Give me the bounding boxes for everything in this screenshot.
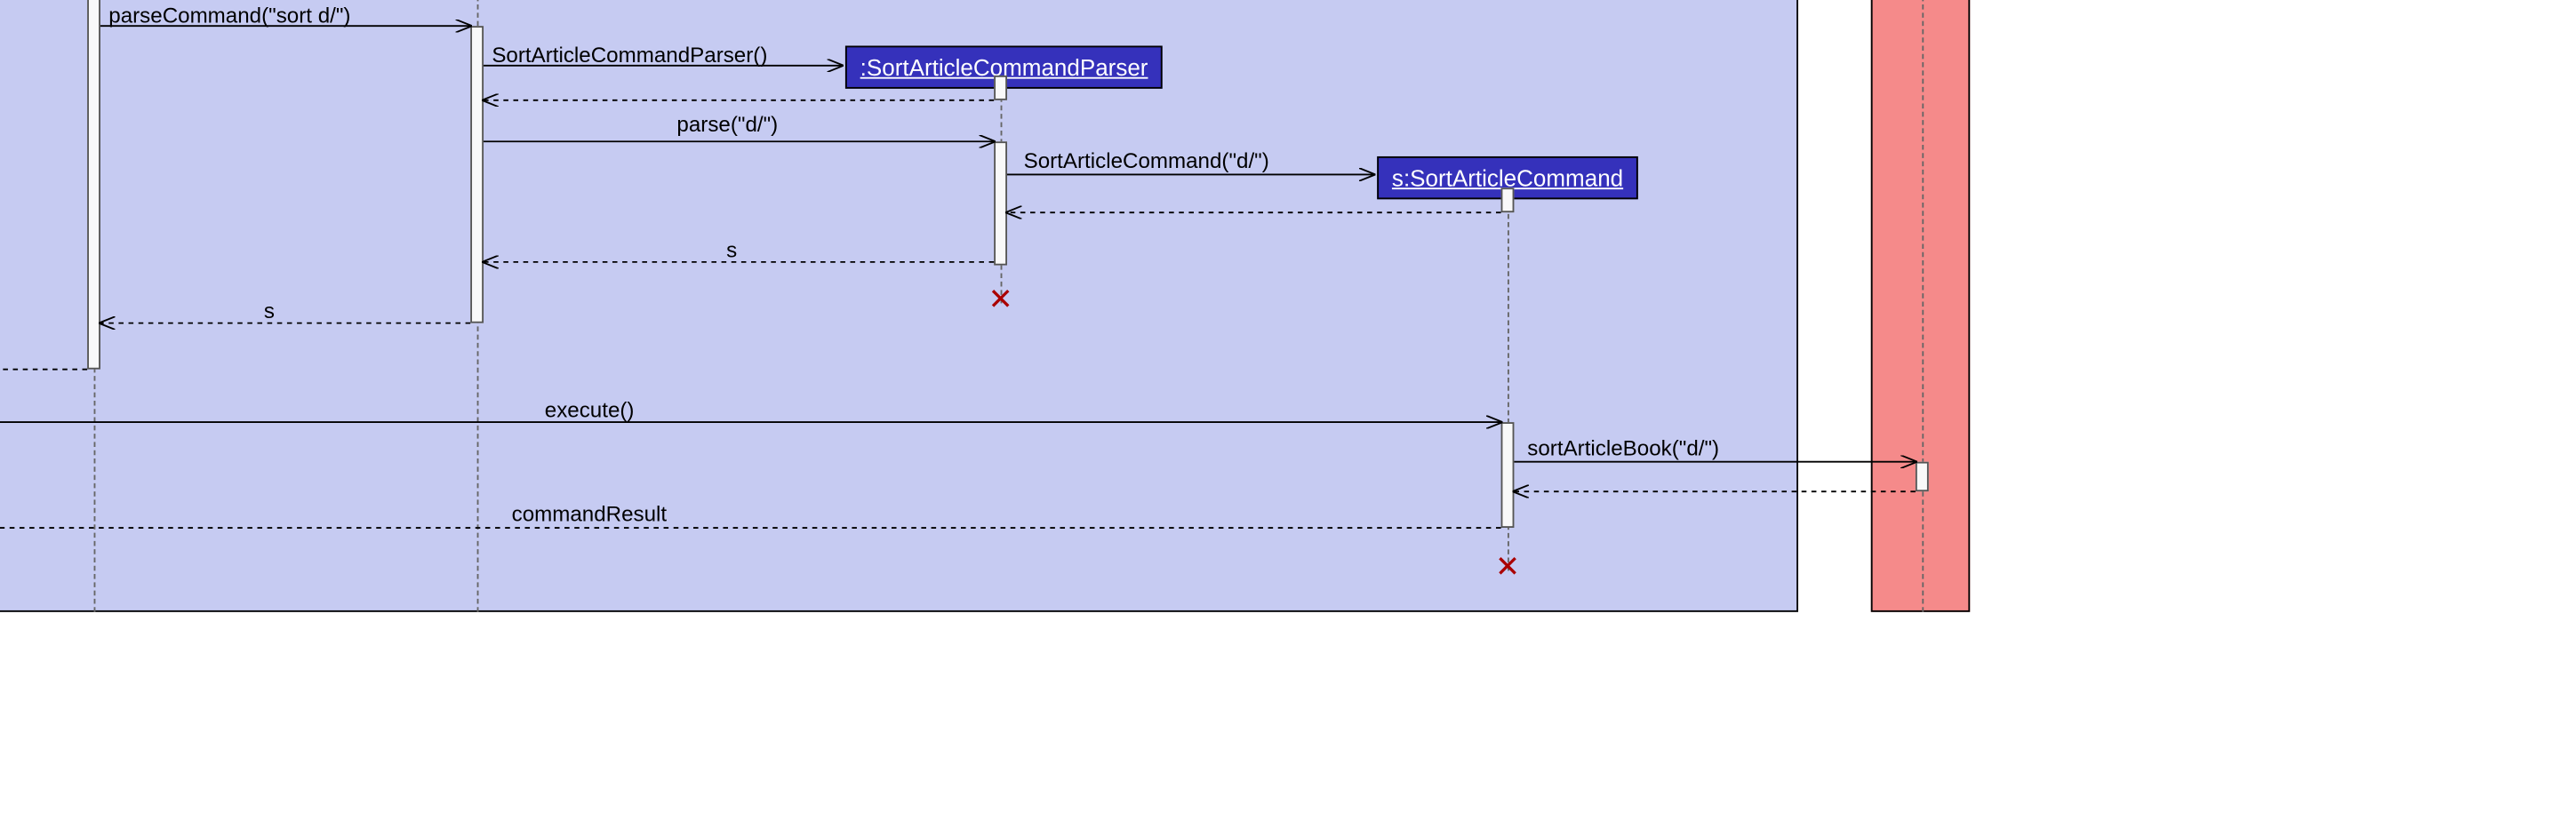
activation-article-book-parser — [470, 26, 484, 323]
activation-address-book-parser — [87, 0, 100, 370]
activation-sort-article-command-parser-2 — [994, 141, 1007, 265]
frame-model: Model — [1871, 0, 1970, 612]
msg-sort-article-book: sortArticleBook("d/") — [1527, 435, 1719, 460]
destroy-sort-article-command: ✕ — [1495, 550, 1520, 585]
activation-sort-article-command-2 — [1501, 422, 1515, 528]
msg-return-s1: s — [726, 237, 737, 262]
msg-parse: parse("d/") — [676, 112, 778, 137]
msg-ctor-command: SortArticleCommand("d/") — [1024, 148, 1269, 173]
lifeline-model — [1922, 0, 1924, 612]
msg-return-s2: s — [264, 299, 275, 323]
msg-command-result-1: commandResult — [512, 501, 668, 526]
msg-ctor-parser: SortArticleCommandParser() — [492, 43, 767, 68]
msg-parse-command-2: parseCommand("sort d/") — [108, 3, 350, 28]
destroy-sort-article-command-parser: ✕ — [988, 283, 1013, 317]
activation-sort-article-command-1 — [1501, 187, 1515, 212]
activation-model — [1916, 462, 1929, 491]
activation-sort-article-command-parser-1 — [994, 76, 1007, 100]
msg-execute-2: execute() — [545, 397, 635, 422]
